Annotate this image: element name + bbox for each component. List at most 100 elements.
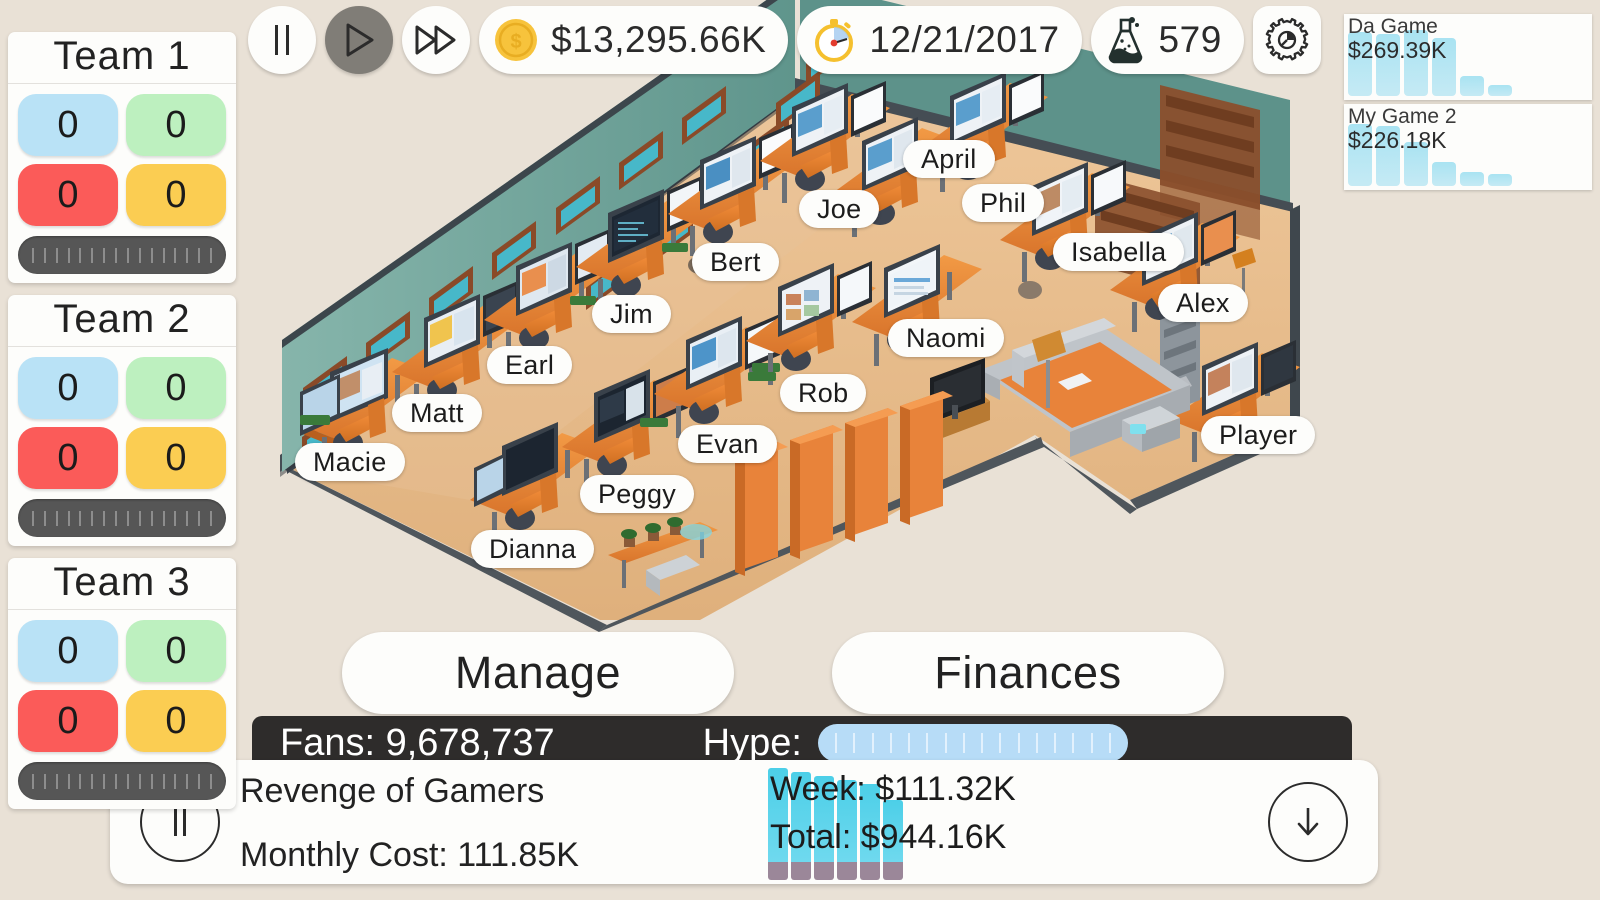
team-stat-grid: 0 0 0 0 xyxy=(8,347,236,493)
employee-nametag[interactable]: Bert xyxy=(692,243,779,281)
employee-nametag[interactable]: Rob xyxy=(780,374,867,412)
progress-ticks xyxy=(18,762,226,800)
employee-name: Player xyxy=(1219,419,1298,450)
team-progress-bar xyxy=(18,762,226,800)
manage-button[interactable]: Manage xyxy=(342,632,734,714)
hype-meter xyxy=(817,724,1128,762)
pause-button[interactable] xyxy=(248,6,316,74)
project-monthly-cost: Monthly Cost: 111.85K xyxy=(240,836,579,874)
game-card[interactable]: My Game 2 $226.18K xyxy=(1344,104,1592,190)
game-revenue: $226.18K xyxy=(1348,127,1447,154)
employee-nametag[interactable]: Matt xyxy=(392,394,482,432)
employee-name: Phil xyxy=(980,187,1027,218)
date-value: 12/21/2017 xyxy=(869,19,1060,60)
fast-forward-icon xyxy=(415,25,456,55)
finances-label: Finances xyxy=(934,647,1122,698)
employee-name: Alex xyxy=(1176,287,1230,318)
team-stat-sound[interactable]: 0 xyxy=(126,690,226,752)
team-card[interactable]: Team 2 0 0 0 0 xyxy=(8,295,236,546)
team-stat-programming[interactable]: 0 xyxy=(126,357,226,419)
employee-nametag[interactable]: Phil xyxy=(962,184,1045,222)
fast-forward-button[interactable] xyxy=(402,6,470,74)
employee-nametag[interactable]: April xyxy=(903,140,995,178)
stat-value: 0 xyxy=(57,103,79,146)
arrow-down-icon xyxy=(1297,808,1319,836)
team-title: Team 1 xyxy=(8,32,236,84)
employee-name: Dianna xyxy=(489,533,577,564)
project-week-revenue: Week: $111.32K xyxy=(770,770,1016,808)
game-info: My Game 2 $226.18K xyxy=(1344,104,1592,154)
team-stat-design[interactable]: 0 xyxy=(18,620,118,682)
game-revenue: $269.39K xyxy=(1348,37,1447,64)
team-progress-bar xyxy=(18,499,226,537)
employee-name: Earl xyxy=(505,349,555,380)
money-display[interactable]: $ $13,295.66K xyxy=(479,6,789,74)
stat-value: 0 xyxy=(57,629,79,672)
money-value: $13,295.66K xyxy=(551,19,767,60)
employee-nametag[interactable]: Jim xyxy=(592,295,671,333)
team-stat-design[interactable]: 0 xyxy=(18,357,118,419)
stat-value: 0 xyxy=(165,699,187,742)
research-value: 579 xyxy=(1158,19,1222,60)
top-toolbar: $ $13,295.66K 12/21/2017 579 xyxy=(248,6,1321,74)
play-button[interactable] xyxy=(325,6,393,74)
svg-text:$: $ xyxy=(510,31,521,53)
stat-value: 0 xyxy=(165,366,187,409)
employee-nametag[interactable]: Joe xyxy=(799,190,880,228)
team-stat-grid: 0 0 0 0 xyxy=(8,610,236,756)
game-title: Da Game xyxy=(1348,15,1438,38)
employee-name: Joe xyxy=(817,193,862,224)
employee-nametag[interactable]: Player xyxy=(1201,416,1316,454)
team-progress-bar xyxy=(18,236,226,274)
employee-name: Peggy xyxy=(598,478,677,509)
team-stat-art[interactable]: 0 xyxy=(18,164,118,226)
settings-button[interactable] xyxy=(1252,6,1321,74)
team-stat-programming[interactable]: 0 xyxy=(126,94,226,156)
team-stat-sound[interactable]: 0 xyxy=(126,164,226,226)
employee-nametag[interactable]: Naomi xyxy=(888,319,1004,357)
research-display[interactable]: 579 xyxy=(1090,6,1244,74)
employee-nametag[interactable]: Peggy xyxy=(580,475,695,513)
date-display[interactable]: 12/21/2017 xyxy=(797,6,1082,74)
pause-icon xyxy=(275,25,289,55)
team-stat-design[interactable]: 0 xyxy=(18,94,118,156)
project-title: Revenge of Gamers xyxy=(240,772,545,810)
game-info: Da Game $269.39K xyxy=(1344,14,1592,64)
play-icon xyxy=(346,23,374,57)
game-card[interactable]: Da Game $269.39K xyxy=(1344,14,1592,100)
employee-name: Naomi xyxy=(906,322,986,353)
team-title: Team 2 xyxy=(8,295,236,347)
action-buttons: Manage Finances xyxy=(342,632,1224,714)
stat-value: 0 xyxy=(165,173,187,216)
stat-value: 0 xyxy=(165,103,187,146)
project-collapse-button[interactable] xyxy=(1268,782,1348,862)
sales-bar xyxy=(1488,85,1512,96)
manage-label: Manage xyxy=(454,647,622,698)
game-title: My Game 2 xyxy=(1348,105,1457,128)
employee-name: Macie xyxy=(313,446,387,477)
team-stat-art[interactable]: 0 xyxy=(18,690,118,752)
team-card[interactable]: Team 3 0 0 0 0 xyxy=(8,558,236,809)
stat-value: 0 xyxy=(57,436,79,479)
team-stat-sound[interactable]: 0 xyxy=(126,427,226,489)
team-card[interactable]: Team 1 0 0 0 0 xyxy=(8,32,236,283)
team-stat-art[interactable]: 0 xyxy=(18,427,118,489)
employee-nametag[interactable]: Alex xyxy=(1158,284,1248,322)
game-screen: Macie Matt Earl Jim Bert Dianna Peggy Ev… xyxy=(0,0,1600,900)
stopwatch-icon xyxy=(815,19,854,62)
employee-nametag[interactable]: Macie xyxy=(295,443,405,481)
employee-name: April xyxy=(921,143,977,174)
employee-nametag[interactable]: Earl xyxy=(487,346,573,384)
employee-name: Isabella xyxy=(1071,236,1167,267)
released-games-panel: Da Game $269.39K My Game 2 $226.18K xyxy=(1344,14,1592,194)
finances-button[interactable]: Finances xyxy=(832,632,1224,714)
employee-name: Rob xyxy=(798,377,849,408)
employee-nametag[interactable]: Dianna xyxy=(471,530,595,568)
employee-nametag[interactable]: Evan xyxy=(678,425,777,463)
stat-value: 0 xyxy=(57,699,79,742)
stat-value: 0 xyxy=(165,436,187,479)
employee-nametag[interactable]: Isabella xyxy=(1053,233,1185,271)
project-total-revenue: Total: $944.16K xyxy=(770,818,1007,856)
hype-label: Hype: xyxy=(702,721,802,764)
team-stat-programming[interactable]: 0 xyxy=(126,620,226,682)
